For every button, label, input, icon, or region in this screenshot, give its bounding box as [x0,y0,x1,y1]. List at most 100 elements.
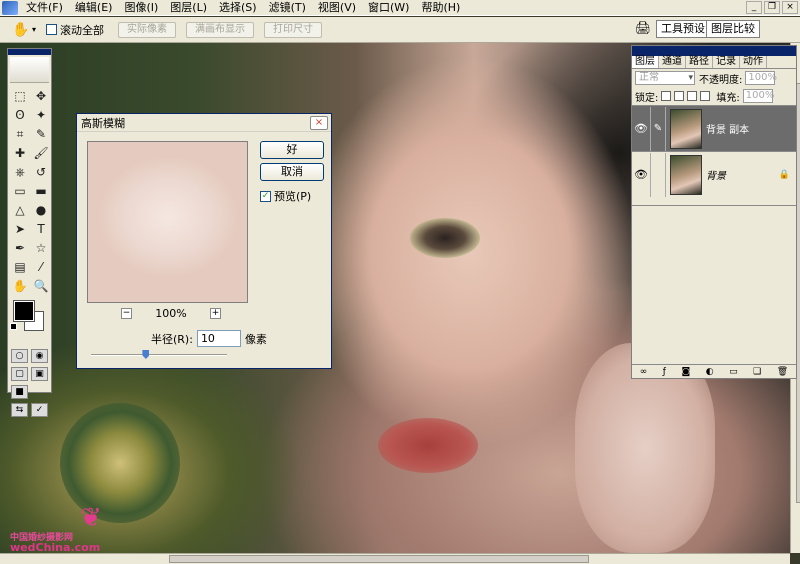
eyedropper-icon[interactable]: ⁄ [31,258,51,276]
lock-pixels-icon[interactable] [674,91,685,101]
zoom-tool-icon[interactable]: 🔍 [31,277,51,295]
blur-preview[interactable] [87,141,248,303]
eye-visibility-icon[interactable]: 👁 [632,122,650,135]
fill-input[interactable]: 100% [742,89,774,103]
menu-select[interactable]: 选择(S) [213,0,263,16]
tab-paths[interactable]: 路径 [686,56,713,68]
screen-mode-full-menu-icon[interactable]: ▣ [31,367,48,381]
hand-tool-icon[interactable]: ✋ [10,277,30,295]
radius-input[interactable]: 10 [196,330,241,347]
blur-tool-icon[interactable]: △ [10,201,30,219]
magic-wand-icon[interactable]: ✦ [31,106,51,124]
tab-channels[interactable]: 通道 [659,56,686,68]
foreground-color-swatch[interactable] [13,300,35,322]
adjustment-icon[interactable]: ◐ [706,367,714,377]
feather-logo-icon[interactable] [10,57,49,83]
layers-panel-titlebar[interactable] [632,46,796,56]
layer-name[interactable]: 背景 [706,167,779,182]
lock-all-icon[interactable] [700,91,711,101]
toolbox-titlebar[interactable] [8,49,51,55]
print-size-button[interactable]: 打印尺寸 [264,21,323,38]
default-colors-icon[interactable] [10,323,17,330]
layer-name[interactable]: 背景 副本 [706,121,796,136]
menu-layer[interactable]: 图层(L) [164,0,213,16]
lock-position-icon[interactable] [687,91,698,101]
zoom-controls: − 100% + [121,307,221,320]
menu-view[interactable]: 视图(V) [312,0,362,16]
horizontal-scroll-thumb[interactable] [169,555,589,563]
eye-visibility-icon[interactable]: 👁 [632,168,650,181]
actual-pixels-button[interactable]: 实际像素 [118,21,177,38]
tab-history[interactable]: 记录 [713,56,740,68]
hand-icon[interactable]: ✋ [10,20,32,40]
lasso-tool-icon[interactable]: ʘ [10,106,30,124]
layer-comps-tab[interactable]: 图层比较 [706,20,760,38]
screen-mode-full-icon[interactable]: ■ [11,385,28,399]
opacity-input[interactable]: 100% [745,71,777,85]
shape-tool-icon[interactable]: ☆ [31,239,51,257]
layers-panel-tabs: 图层 通道 路径 记录 动作 [632,56,796,69]
quick-mask-icon[interactable]: ◉ [31,349,48,363]
preview-checkbox-box[interactable] [260,190,271,202]
layer-thumbnail [670,154,702,195]
close-button[interactable]: × [782,1,798,14]
preview-checkbox[interactable]: 预览(P) [260,188,311,204]
chevron-down-icon[interactable]: ▾ [32,25,36,34]
notes-tool-icon[interactable]: ▤ [10,258,30,276]
menu-edit[interactable]: 编辑(E) [69,0,119,16]
fit-screen-button[interactable]: 满画布显示 [186,21,255,38]
clone-stamp-icon[interactable]: ⎈ [10,163,30,181]
zoom-in-button[interactable]: + [209,308,221,319]
dialog-close-button[interactable]: × [310,116,328,130]
cancel-button[interactable]: 取消 [260,163,324,181]
tab-layers[interactable]: 图层 [632,56,659,68]
dodge-tool-icon[interactable]: ● [31,201,51,219]
crop-tool-icon[interactable]: ⌗ [10,125,30,143]
menu-window[interactable]: 窗口(W) [362,0,415,16]
file-browser-icon[interactable]: 🖨 [632,20,654,38]
eraser-tool-icon[interactable]: ▭ [10,182,30,200]
ok-button[interactable]: 好 [260,141,324,159]
slice-tool-icon[interactable]: ✎ [31,125,51,143]
fx-icon[interactable]: ƒ [663,367,666,377]
minimize-button[interactable]: _ [746,1,762,14]
menu-help[interactable]: 帮助(H) [415,0,466,16]
dialog-title[interactable]: 高斯模糊 [77,114,331,132]
standard-mode-icon[interactable]: ○ [11,349,28,363]
marquee-tool-icon[interactable]: ⬚ [10,87,30,105]
menu-file[interactable]: 文件(F) [20,0,69,16]
history-brush-icon[interactable]: ↺ [31,163,51,181]
folder-icon[interactable]: ▭ [729,367,738,377]
gradient-tool-icon[interactable]: ▬ [31,182,51,200]
restore-button[interactable]: ❐ [764,1,780,14]
link-icon[interactable]: ∞ [640,367,648,377]
screen-mode-standard-icon[interactable]: ▢ [11,367,28,381]
move-tool-icon[interactable]: ✥ [31,87,51,105]
healing-brush-icon[interactable]: ✚ [10,144,30,162]
radius-slider[interactable] [91,350,227,359]
eye-region [410,218,480,258]
checkbox-box[interactable] [46,24,58,35]
zoom-value: 100% [155,307,187,320]
edit-imageready-icon[interactable]: ✓ [31,403,48,417]
path-select-icon[interactable]: ➤ [10,220,30,238]
layer-row-background[interactable]: 👁 背景 🔒 [632,151,796,197]
new-layer-icon[interactable]: ❑ [753,367,761,377]
jump-to-imageready-icon[interactable]: ⇆ [11,403,28,417]
menu-filter[interactable]: 滤镜(T) [263,0,312,16]
zoom-out-button[interactable]: − [121,308,132,319]
horizontal-scrollbar[interactable] [0,553,790,564]
scroll-all-checkbox[interactable]: 滚动全部 [46,22,104,38]
trash-icon[interactable]: 🗑 [777,367,788,377]
type-tool-icon[interactable]: T [31,220,51,238]
lock-transparency-icon[interactable] [661,91,672,101]
layer-row-background-copy[interactable]: 👁 ✎ 背景 副本 [632,105,796,151]
tab-actions[interactable]: 动作 [740,56,767,68]
radius-slider-thumb[interactable] [142,350,150,359]
pen-tool-icon[interactable]: ✒ [10,239,30,257]
brush-tool-icon[interactable]: 🖌 [31,144,51,162]
tool-presets-tab[interactable]: 工具预设 [656,20,710,38]
mask-icon[interactable]: ◙ [681,367,690,377]
blend-mode-select[interactable]: 正常 [635,71,695,85]
menu-image[interactable]: 图像(I) [118,0,164,16]
